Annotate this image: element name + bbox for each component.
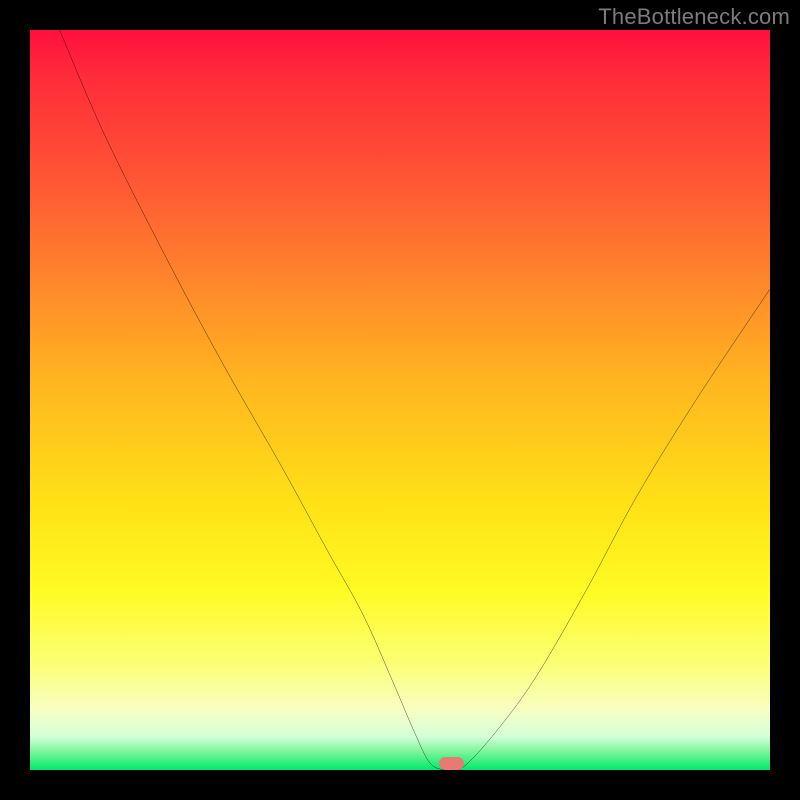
watermark-text: TheBottleneck.com — [598, 4, 790, 30]
optimal-marker — [439, 757, 464, 770]
chart-frame: TheBottleneck.com — [0, 0, 800, 800]
bottleneck-curve — [30, 30, 770, 770]
plot-area — [30, 30, 770, 770]
